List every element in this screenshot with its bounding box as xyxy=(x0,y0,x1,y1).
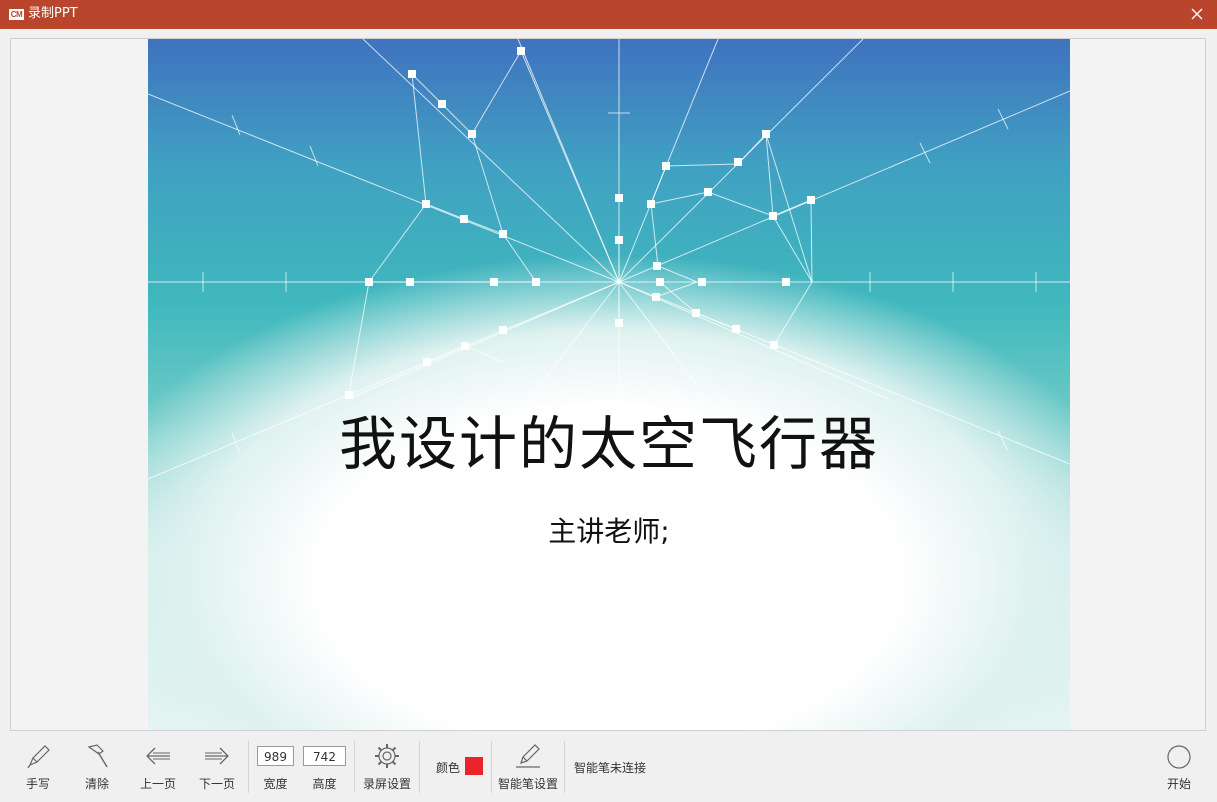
bottom-toolbar: 手写 清除 上一页 下一页 989 宽度 742 高度 录屏设置 颜色 智能笔设… xyxy=(0,733,1217,802)
handwrite-label: 手写 xyxy=(25,777,50,791)
start-button[interactable]: 开始 xyxy=(1157,733,1201,802)
close-button[interactable] xyxy=(1187,4,1207,24)
height-input[interactable]: 742 xyxy=(303,746,346,766)
color-label: 颜色 xyxy=(436,761,461,775)
next-page-label: 下一页 xyxy=(198,777,235,791)
handwrite-button[interactable]: 手写 xyxy=(14,733,62,802)
app-logo: CM xyxy=(9,9,24,20)
pencil-icon xyxy=(27,745,50,769)
close-icon xyxy=(1191,8,1203,20)
toolbar-divider xyxy=(419,741,420,793)
arrow-right-icon xyxy=(205,747,229,765)
color-swatch[interactable] xyxy=(465,757,483,775)
pen-settings-label: 智能笔设置 xyxy=(497,777,558,791)
next-page-button[interactable]: 下一页 xyxy=(192,733,242,802)
clear-button[interactable]: 清除 xyxy=(73,733,121,802)
toolbar-divider xyxy=(564,741,565,793)
gear-icon xyxy=(375,744,399,768)
clear-label: 清除 xyxy=(84,777,109,791)
toolbar-divider xyxy=(491,741,492,793)
prev-page-label: 上一页 xyxy=(139,777,176,791)
arrow-left-icon xyxy=(146,747,170,765)
hammer-icon xyxy=(87,744,108,768)
width-label: 宽度 xyxy=(263,777,288,791)
toolbar-divider xyxy=(248,741,249,793)
slide-subtitle: 主讲老师; xyxy=(548,515,670,548)
width-input[interactable]: 989 xyxy=(257,746,294,766)
circle-icon xyxy=(1167,745,1191,769)
smart-pen-icon xyxy=(516,744,540,768)
slide-title: 我设计的太空飞行器 xyxy=(338,410,879,478)
screen-settings-label: 录屏设置 xyxy=(362,777,411,791)
prev-page-button[interactable]: 上一页 xyxy=(133,733,183,802)
slide-stage: 我设计的太空飞行器 主讲老师; xyxy=(10,38,1206,731)
start-label: 开始 xyxy=(1166,777,1191,791)
slide-preview[interactable]: 我设计的太空飞行器 主讲老师; xyxy=(148,39,1070,730)
title-bar: CM 录制PPT xyxy=(0,0,1217,29)
toolbar-divider xyxy=(354,741,355,793)
pen-settings-button[interactable]: 智能笔设置 xyxy=(496,733,560,802)
window-title: 录制PPT xyxy=(28,6,78,21)
pen-status: 智能笔未连接 xyxy=(574,761,647,775)
network-background xyxy=(148,39,1070,480)
height-label: 高度 xyxy=(312,777,337,791)
screen-settings-button[interactable]: 录屏设置 xyxy=(360,733,414,802)
